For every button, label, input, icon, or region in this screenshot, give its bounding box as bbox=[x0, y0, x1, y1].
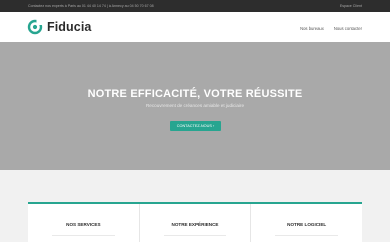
card-title: NOTRE EXPÉRIENCE bbox=[171, 222, 219, 227]
card-divider bbox=[163, 235, 227, 236]
card-divider bbox=[275, 235, 339, 236]
card-divider bbox=[52, 235, 115, 236]
card-experience[interactable]: NOTRE EXPÉRIENCE bbox=[140, 204, 252, 242]
contact-us-button[interactable]: CONTACTEZ-NOUS › bbox=[170, 121, 221, 131]
hero-banner: NOTRE EFFICACITÉ, VOTRE RÉUSSITE Recouvr… bbox=[0, 42, 390, 170]
main-nav: Nos bureaux Nous contacter bbox=[300, 26, 362, 31]
hero-subtitle: Recouvrement de créances amiable et judi… bbox=[145, 103, 245, 108]
nav-item-contact[interactable]: Nous contacter bbox=[334, 26, 362, 31]
card-software[interactable]: NOTRE LOGICIEL bbox=[251, 204, 362, 242]
top-info-bar: Contactez nos experts à Paris au 01 44 4… bbox=[0, 0, 390, 12]
card-services[interactable]: NOS SERVICES bbox=[28, 204, 140, 242]
card-title: NOTRE LOGICIEL bbox=[287, 222, 327, 227]
site-header: Fiducia Nos bureaux Nous contacter bbox=[0, 12, 390, 42]
site-logo[interactable]: Fiducia bbox=[27, 18, 91, 36]
contact-phones-text: Contactez nos experts à Paris au 01 44 4… bbox=[28, 4, 154, 8]
service-cards: NOS SERVICES NOTRE EXPÉRIENCE NOTRE LOGI… bbox=[28, 202, 362, 242]
hero-title: NOTRE EFFICACITÉ, VOTRE RÉUSSITE bbox=[87, 88, 303, 100]
client-space-link[interactable]: Espace Client bbox=[340, 4, 362, 8]
logo-text: Fiducia bbox=[47, 20, 92, 34]
fiducia-logo-icon bbox=[27, 19, 43, 35]
card-title: NOS SERVICES bbox=[66, 222, 101, 227]
nav-item-offices[interactable]: Nos bureaux bbox=[300, 26, 324, 31]
services-section: NOS SERVICES NOTRE EXPÉRIENCE NOTRE LOGI… bbox=[0, 170, 390, 242]
